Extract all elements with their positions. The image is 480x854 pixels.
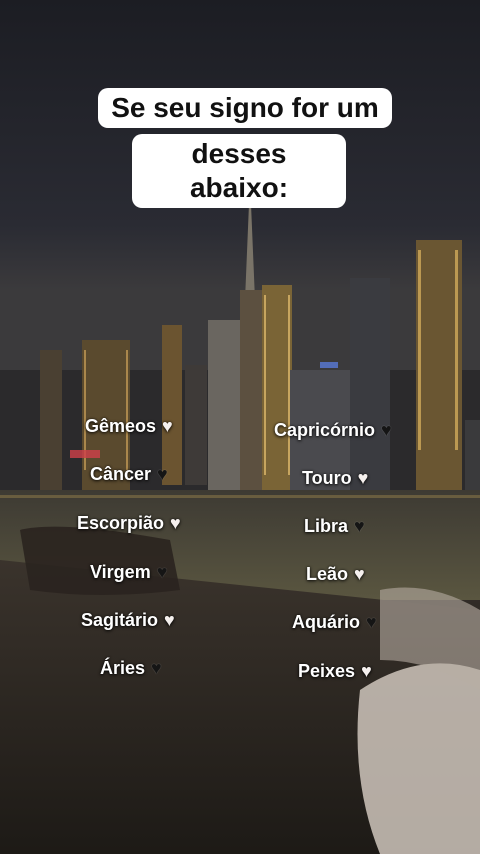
sign-label: Capricórnio — [274, 420, 376, 440]
sign-item: Touro ♥ — [302, 468, 368, 489]
sign-label: Escorpião — [77, 513, 165, 533]
sign-label: Sagitário — [81, 610, 159, 630]
black-heart-icon: ♥ — [381, 420, 392, 440]
white-heart-icon: ♥ — [162, 416, 173, 436]
sign-label: Virgem — [90, 562, 151, 582]
white-heart-icon: ♥ — [354, 564, 365, 584]
sign-label: Áries — [100, 658, 146, 678]
sign-item: Áries ♥ — [100, 658, 162, 679]
sign-item: Leão ♥ — [306, 564, 365, 585]
black-heart-icon: ♥ — [366, 612, 377, 632]
black-heart-icon: ♥ — [151, 658, 162, 678]
sign-label: Aquário — [292, 612, 361, 632]
sign-item: Peixes ♥ — [298, 661, 372, 682]
white-heart-icon: ♥ — [361, 661, 372, 681]
sign-label: Câncer — [90, 464, 152, 484]
caption-line-1: Se seu signo for um — [98, 88, 392, 128]
sign-item: Capricórnio ♥ — [274, 420, 392, 441]
video-frame: Se seu signo for um desses abaixo: Gêmeo… — [0, 0, 480, 854]
sign-label: Touro — [302, 468, 352, 488]
sign-item: Gêmeos ♥ — [85, 416, 173, 437]
black-heart-icon: ♥ — [157, 464, 168, 484]
sign-item: Libra ♥ — [304, 516, 365, 537]
sign-item: Escorpião ♥ — [77, 513, 181, 534]
white-heart-icon: ♥ — [170, 513, 181, 533]
black-heart-icon: ♥ — [354, 516, 365, 536]
black-heart-icon: ♥ — [156, 562, 168, 582]
sign-label: Leão — [306, 564, 349, 584]
sign-item: Aquário ♥ — [292, 612, 377, 633]
sign-label: Gêmeos — [85, 416, 157, 436]
sign-label: Libra — [304, 516, 349, 536]
city-skyline-background — [0, 0, 480, 854]
sign-item: Virgem ♥ — [90, 562, 167, 583]
sign-item: Sagitário ♥ — [81, 610, 175, 631]
sign-item: Câncer ♥ — [90, 464, 168, 485]
caption-line-2: desses abaixo: — [132, 134, 346, 208]
white-heart-icon: ♥ — [164, 610, 175, 630]
white-heart-icon: ♥ — [357, 468, 369, 488]
sign-label: Peixes — [298, 661, 356, 681]
